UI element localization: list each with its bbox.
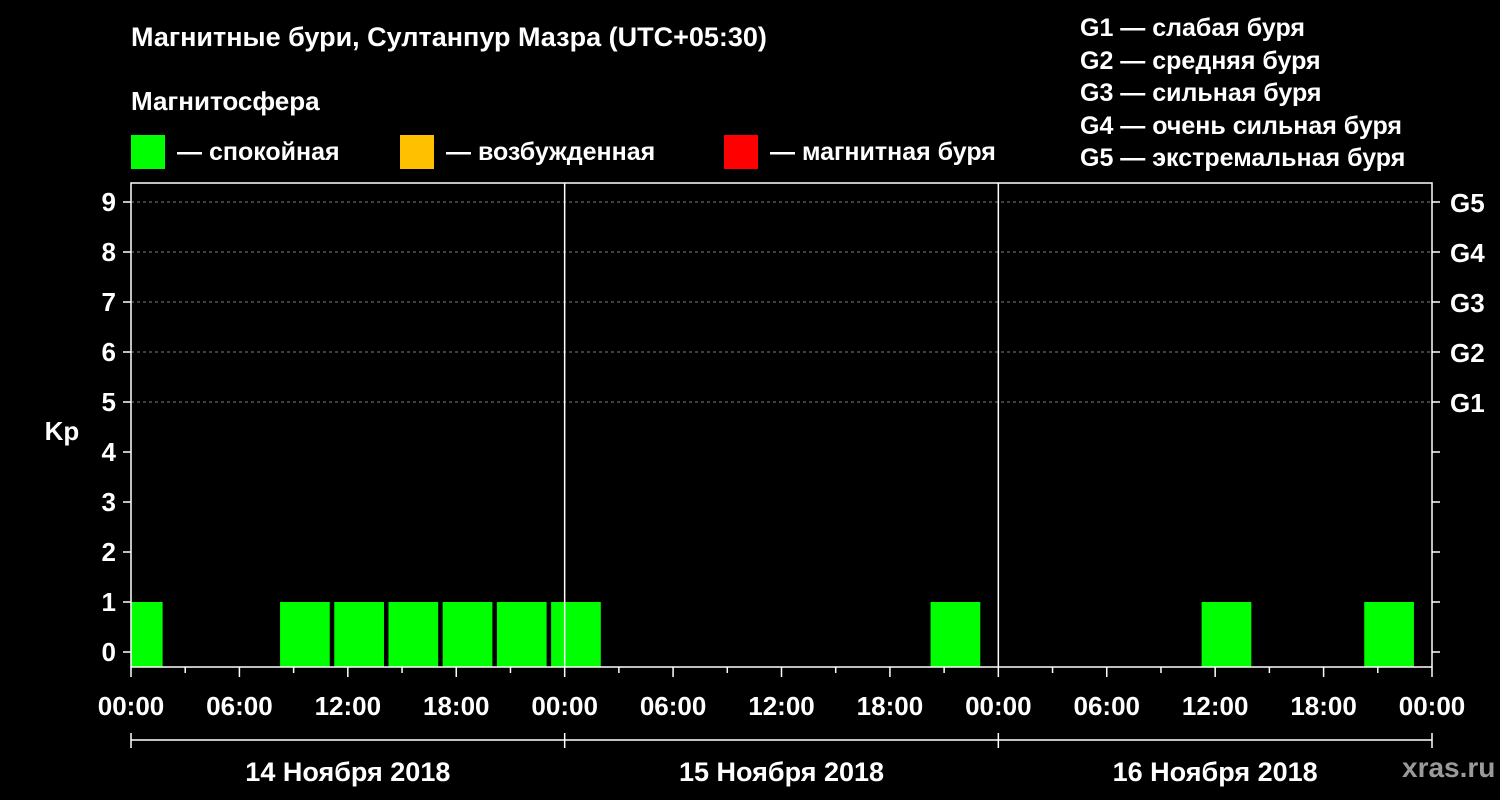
- right-label-g1: G1: [1450, 388, 1485, 418]
- axis-layer: 0 1 2 3 4 5 6 7 8 9 Kp G1 G2 G3 G4 G5 00:00 06:00 12:00 18:…: [45, 182, 1485, 787]
- day-label: 14 Ноября 2018: [245, 757, 450, 787]
- x-tick-label: 00:00: [1399, 691, 1466, 721]
- x-tick-label: 18:00: [857, 691, 924, 721]
- x-tick-label: 00:00: [531, 691, 598, 721]
- y-tick-label: 9: [102, 187, 116, 217]
- bar-4: [442, 602, 493, 667]
- y-axis-label: Kp: [45, 416, 80, 446]
- bar-1: [280, 602, 330, 667]
- day-label: 16 Ноября 2018: [1113, 757, 1318, 787]
- bar-3: [388, 602, 439, 667]
- grid-layer: [131, 201, 1432, 403]
- watermark: xras.ru: [1402, 752, 1496, 783]
- y-tick-label: 3: [102, 487, 116, 517]
- bar-7: [930, 602, 981, 667]
- day-label: 15 Ноября 2018: [679, 757, 884, 787]
- right-label-g5: G5: [1450, 188, 1485, 218]
- x-tick-label: 06:00: [206, 691, 273, 721]
- bar-9: [1364, 602, 1414, 667]
- plot-frame: [130, 182, 1433, 668]
- x-tick-label: 18:00: [1290, 691, 1357, 721]
- bar-8: [1201, 602, 1252, 667]
- x-tick-label: 00:00: [965, 691, 1032, 721]
- x-tick-label: 18:00: [423, 691, 490, 721]
- right-label-g3: G3: [1450, 288, 1485, 318]
- y-tick-label: 5: [102, 387, 116, 417]
- bars-layer: [131, 602, 1414, 667]
- x-tick-label: 12:00: [315, 691, 382, 721]
- y-tick-label: 8: [102, 237, 116, 267]
- y-tick-label: 7: [102, 287, 116, 317]
- kp-chart: 0 1 2 3 4 5 6 7 8 9 Kp G1 G2 G3 G4 G5 00:00 06:00 12:00 18:…: [45, 182, 1485, 787]
- y-tick-label: 1: [102, 587, 116, 617]
- right-label-g2: G2: [1450, 338, 1485, 368]
- right-label-g4: G4: [1450, 238, 1485, 268]
- y-tick-label: 0: [102, 637, 116, 667]
- x-tick-label: 06:00: [1074, 691, 1141, 721]
- bar-0: [131, 602, 163, 667]
- x-tick-label: 06:00: [640, 691, 707, 721]
- y-tick-label: 2: [102, 537, 116, 567]
- x-tick-label: 12:00: [1182, 691, 1249, 721]
- y-tick-label: 4: [102, 437, 117, 467]
- bar-6: [551, 602, 601, 667]
- x-tick-label: 12:00: [748, 691, 815, 721]
- bar-5: [496, 602, 547, 667]
- y-tick-label: 6: [102, 337, 116, 367]
- x-tick-label: 00:00: [98, 691, 165, 721]
- bar-2: [334, 602, 384, 667]
